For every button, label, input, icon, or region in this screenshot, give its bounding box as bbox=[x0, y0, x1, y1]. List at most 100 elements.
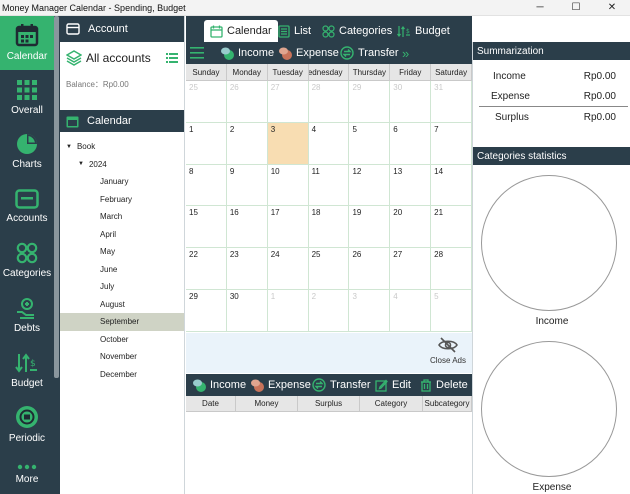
expense-button[interactable]: Expense bbox=[278, 42, 339, 64]
close-button[interactable]: ✕ bbox=[594, 0, 630, 16]
tree-month-item[interactable]: June bbox=[60, 261, 184, 279]
tab-list[interactable]: List bbox=[278, 20, 311, 42]
calendar-day[interactable]: 26 bbox=[349, 248, 391, 289]
nav-overall[interactable]: Overall bbox=[0, 72, 54, 126]
calendar-day[interactable]: 9 bbox=[227, 164, 268, 206]
tree-month-item[interactable]: January bbox=[60, 173, 184, 191]
tab-categories[interactable]: Categories bbox=[322, 20, 392, 42]
nav-calendar[interactable]: Calendar bbox=[0, 16, 54, 70]
calendar-day[interactable]: 19 bbox=[349, 206, 391, 248]
delete-button[interactable]: Delete bbox=[420, 374, 468, 396]
calendar-day[interactable]: 3 bbox=[349, 289, 391, 331]
tree-month-item[interactable]: October bbox=[60, 331, 184, 349]
calendar-day[interactable]: 2 bbox=[309, 289, 350, 331]
tree-month-item[interactable]: May bbox=[60, 243, 184, 261]
calendar-day[interactable]: 21 bbox=[431, 206, 473, 248]
income-pie-chart[interactable] bbox=[481, 175, 617, 311]
calendar-day[interactable]: 30 bbox=[227, 289, 268, 331]
calendar-day[interactable]: 12 bbox=[349, 164, 391, 206]
tab-budget[interactable]: $ Budget bbox=[397, 20, 450, 42]
all-accounts-item[interactable]: All accounts bbox=[60, 42, 184, 74]
weekday-header: SundayMondayTuesdayWednesdayThursdayFrid… bbox=[186, 64, 473, 81]
expense-pie-chart[interactable] bbox=[481, 341, 617, 477]
calendar-day[interactable]: 4 bbox=[390, 289, 432, 331]
table-column-header[interactable]: Category bbox=[360, 396, 423, 411]
transfer-button[interactable]: Transfer bbox=[312, 374, 371, 396]
calendar-day[interactable]: 5 bbox=[431, 289, 473, 331]
calendar-day[interactable]: 14 bbox=[431, 164, 473, 206]
tab-calendar[interactable]: Calendar bbox=[204, 20, 278, 42]
svg-text:$: $ bbox=[406, 28, 410, 35]
nav-accounts[interactable]: Accounts bbox=[0, 180, 54, 234]
calendar-day[interactable]: 20 bbox=[390, 206, 432, 248]
calendar-day[interactable]: 6 bbox=[390, 122, 432, 164]
nav-scrollbar[interactable] bbox=[54, 16, 59, 378]
tree-month-item[interactable]: December bbox=[60, 366, 184, 384]
tree-month-item[interactable]: September bbox=[60, 313, 184, 331]
calendar-day[interactable]: 27 bbox=[268, 81, 309, 122]
calendar-day[interactable]: 16 bbox=[227, 206, 268, 248]
edit-button[interactable]: Edit bbox=[375, 374, 411, 396]
calendar-day[interactable]: 28 bbox=[309, 81, 350, 122]
calendar-day-today[interactable]: 3 bbox=[267, 122, 309, 164]
calendar-day[interactable]: 5 bbox=[349, 122, 391, 164]
calendar-day[interactable]: 7 bbox=[431, 122, 473, 164]
transfer-icon bbox=[340, 46, 354, 60]
calendar-day[interactable]: 10 bbox=[268, 164, 309, 206]
calendar-day[interactable]: 23 bbox=[227, 248, 268, 289]
tree-month-item[interactable]: April bbox=[60, 226, 184, 244]
nav-debts[interactable]: Debts bbox=[0, 288, 54, 342]
calendar-day[interactable]: 1 bbox=[186, 122, 227, 164]
more-actions-button[interactable]: » bbox=[402, 42, 409, 64]
expense-button[interactable]: Expense bbox=[250, 374, 311, 396]
nav-charts[interactable]: Charts bbox=[0, 126, 54, 180]
edit-label: Edit bbox=[392, 379, 411, 391]
calendar-day[interactable]: 29 bbox=[349, 81, 391, 122]
calendar-day[interactable]: 31 bbox=[431, 81, 473, 122]
table-column-header[interactable]: Subcategory bbox=[423, 396, 472, 411]
calendar-day[interactable]: 17 bbox=[268, 206, 309, 248]
tree-month-item[interactable]: August bbox=[60, 296, 184, 314]
table-column-header[interactable]: Money bbox=[236, 396, 298, 411]
nav-categories[interactable]: Categories bbox=[0, 234, 54, 288]
maximize-button[interactable]: ☐ bbox=[558, 0, 594, 16]
list-menu-icon[interactable] bbox=[166, 53, 178, 63]
calendar-day[interactable]: 25 bbox=[309, 248, 350, 289]
table-column-header[interactable]: Surplus bbox=[298, 396, 360, 411]
calendar-day[interactable]: 8 bbox=[186, 164, 227, 206]
calendar-day[interactable]: 4 bbox=[309, 122, 350, 164]
income-button[interactable]: Income bbox=[192, 374, 246, 396]
calendar-day[interactable]: 1 bbox=[268, 289, 309, 331]
calendar-day[interactable]: 24 bbox=[268, 248, 309, 289]
tree-month-item[interactable]: February bbox=[60, 191, 184, 209]
menu-button[interactable] bbox=[190, 42, 204, 64]
tree-month-item[interactable]: November bbox=[60, 348, 184, 366]
tree-month-item[interactable]: March bbox=[60, 208, 184, 226]
transfer-button[interactable]: Transfer bbox=[340, 42, 399, 64]
calendar-day[interactable]: 2 bbox=[227, 122, 268, 164]
calendar-day[interactable]: 26 bbox=[227, 81, 268, 122]
table-column-header[interactable]: Date bbox=[186, 396, 236, 411]
close-ads-button[interactable]: Close Ads bbox=[430, 337, 466, 365]
transfer-label: Transfer bbox=[358, 47, 399, 59]
calendar-day[interactable]: 15 bbox=[186, 206, 227, 248]
calendar-day[interactable]: 25 bbox=[186, 81, 227, 122]
calendar-day[interactable]: 27 bbox=[390, 248, 432, 289]
calendar-day[interactable]: 22 bbox=[186, 248, 227, 289]
minimize-button[interactable]: ─ bbox=[522, 0, 558, 16]
calendar-day[interactable]: 13 bbox=[390, 164, 432, 206]
nav-periodic[interactable]: Periodic bbox=[0, 398, 54, 452]
tree-year[interactable]: ▼ 2024 bbox=[60, 156, 184, 174]
calendar-day[interactable]: 18 bbox=[309, 206, 350, 248]
calendar-day[interactable]: 28 bbox=[431, 248, 473, 289]
calendar-day[interactable]: 29 bbox=[186, 289, 227, 331]
nav-budget[interactable]: $ Budget bbox=[0, 344, 54, 398]
nav-more[interactable]: More bbox=[0, 456, 54, 494]
tree-book[interactable]: ▼ Book bbox=[60, 138, 184, 156]
income-icon bbox=[220, 46, 234, 60]
calendar-day[interactable]: 11 bbox=[309, 164, 350, 206]
tree-month-item[interactable]: July bbox=[60, 278, 184, 296]
calendar-day[interactable]: 30 bbox=[390, 81, 432, 122]
income-button[interactable]: Income bbox=[220, 42, 274, 64]
income-summary-row: Income Rp0.00 bbox=[473, 66, 630, 86]
